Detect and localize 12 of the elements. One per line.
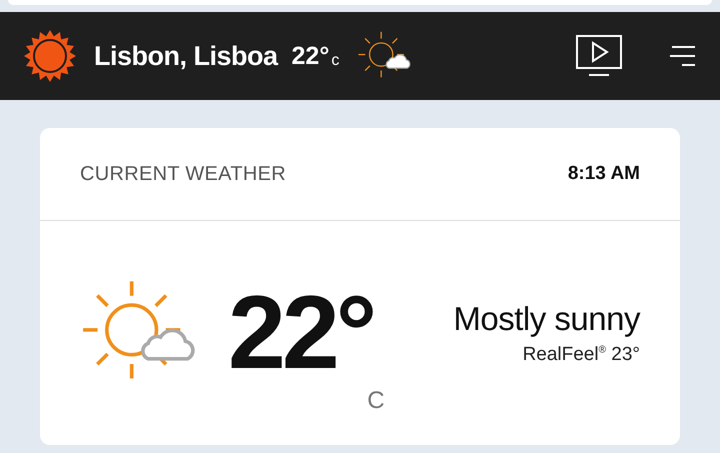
temperature-unit: C [367,387,385,415]
card-title: CURRENT WEATHER [80,162,286,186]
realfeel: RealFeel$^{®}$ 23° [522,344,640,366]
header-temperature: 22° [292,42,330,70]
header-unit: c [331,52,340,70]
condition: Mostly sunny [453,300,640,338]
city-name: Lisbon, Lisboa [94,40,278,72]
sun-logo-icon [24,30,76,82]
menu-button[interactable] [670,45,696,67]
time: 8:13 AM [568,163,640,185]
video-button[interactable] [576,35,622,77]
temperature: 22° [228,281,374,385]
